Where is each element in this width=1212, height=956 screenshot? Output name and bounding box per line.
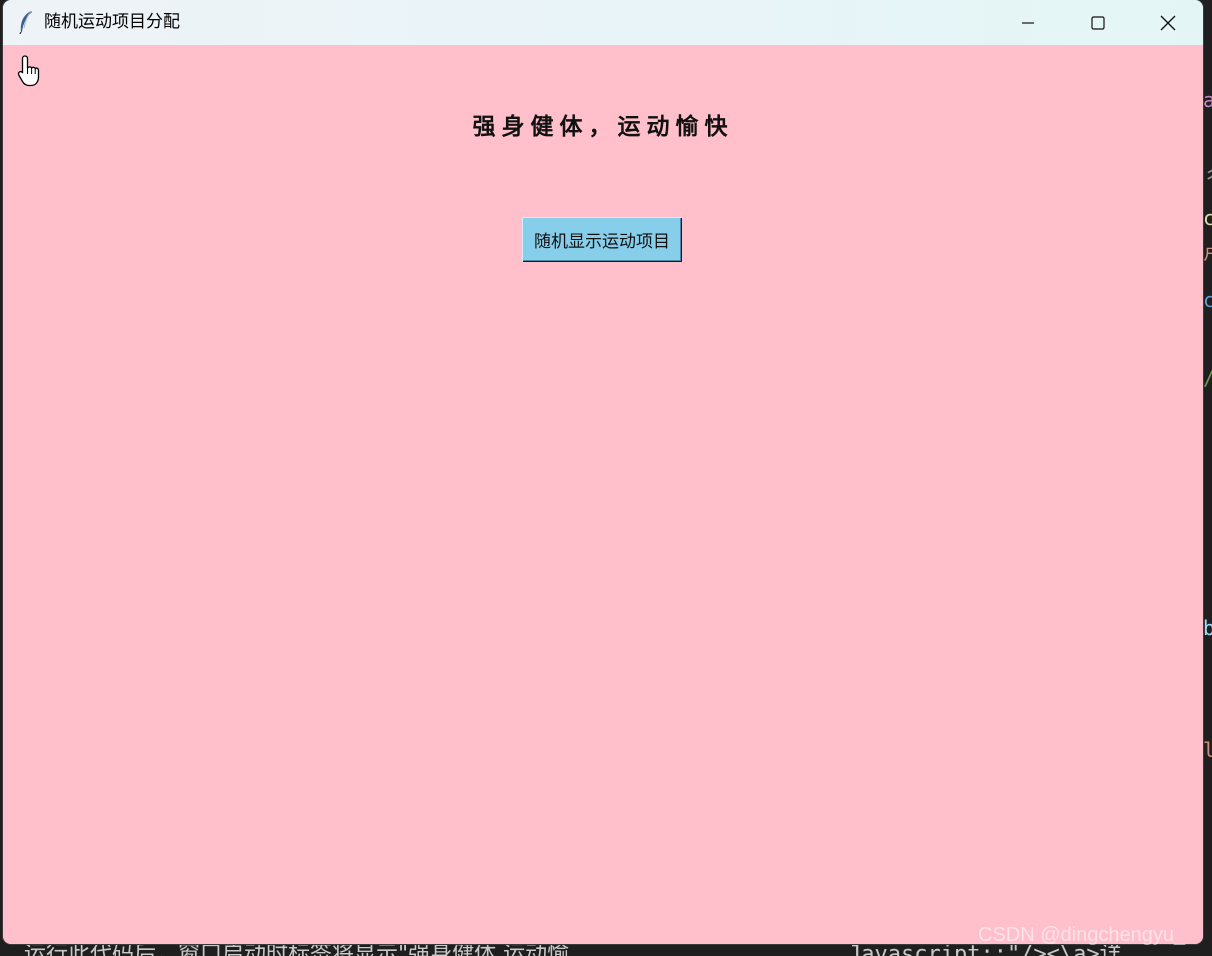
hand-cursor-icon — [17, 55, 40, 87]
background-caption: 运行此代码后，窗口启动时标签将显示"强身健体 运动愉 — [24, 944, 569, 956]
window-client-area: 强身健体，运动愉快 随机显示运动项目 — [3, 45, 1203, 944]
random-sport-button[interactable]: 随机显示运动项目 — [522, 217, 682, 262]
close-button[interactable] — [1133, 0, 1203, 45]
title-bar[interactable]: 随机运动项目分配 — [3, 0, 1203, 45]
slogan-label: 强身健体，运动愉快 — [472, 113, 734, 140]
maximize-button[interactable] — [1063, 0, 1133, 45]
background-code-glyph: c — [1203, 288, 1212, 312]
app-window: 随机运动项目分配 强身健体，运动愉快 随机显示运动项目 — [3, 0, 1203, 944]
maximize-icon — [1091, 15, 1105, 30]
close-icon — [1160, 15, 1176, 30]
background-code-glyph: 彳 — [1203, 166, 1212, 186]
watermark: CSDN @dingchengyu_ — [978, 924, 1186, 946]
window-title: 随机运动项目分配 — [44, 12, 180, 32]
feather-icon — [19, 10, 32, 34]
background-code-glyph: / — [1203, 368, 1212, 388]
minimize-icon — [1022, 21, 1034, 24]
background-code-glyph: c — [1203, 206, 1212, 230]
background-editor — [1203, 0, 1212, 956]
minimize-button[interactable] — [993, 0, 1063, 45]
background-code-glyph: b — [1203, 616, 1212, 640]
background-code-glyph: l — [1203, 738, 1212, 762]
background-code-glyph: 卢 — [1203, 242, 1212, 262]
desktop: a 彳 c 卢 c / b l 运行此代码后，窗口启动时标签将显示"强身健体 运… — [0, 0, 1212, 956]
background-code-glyph: a — [1203, 88, 1212, 112]
